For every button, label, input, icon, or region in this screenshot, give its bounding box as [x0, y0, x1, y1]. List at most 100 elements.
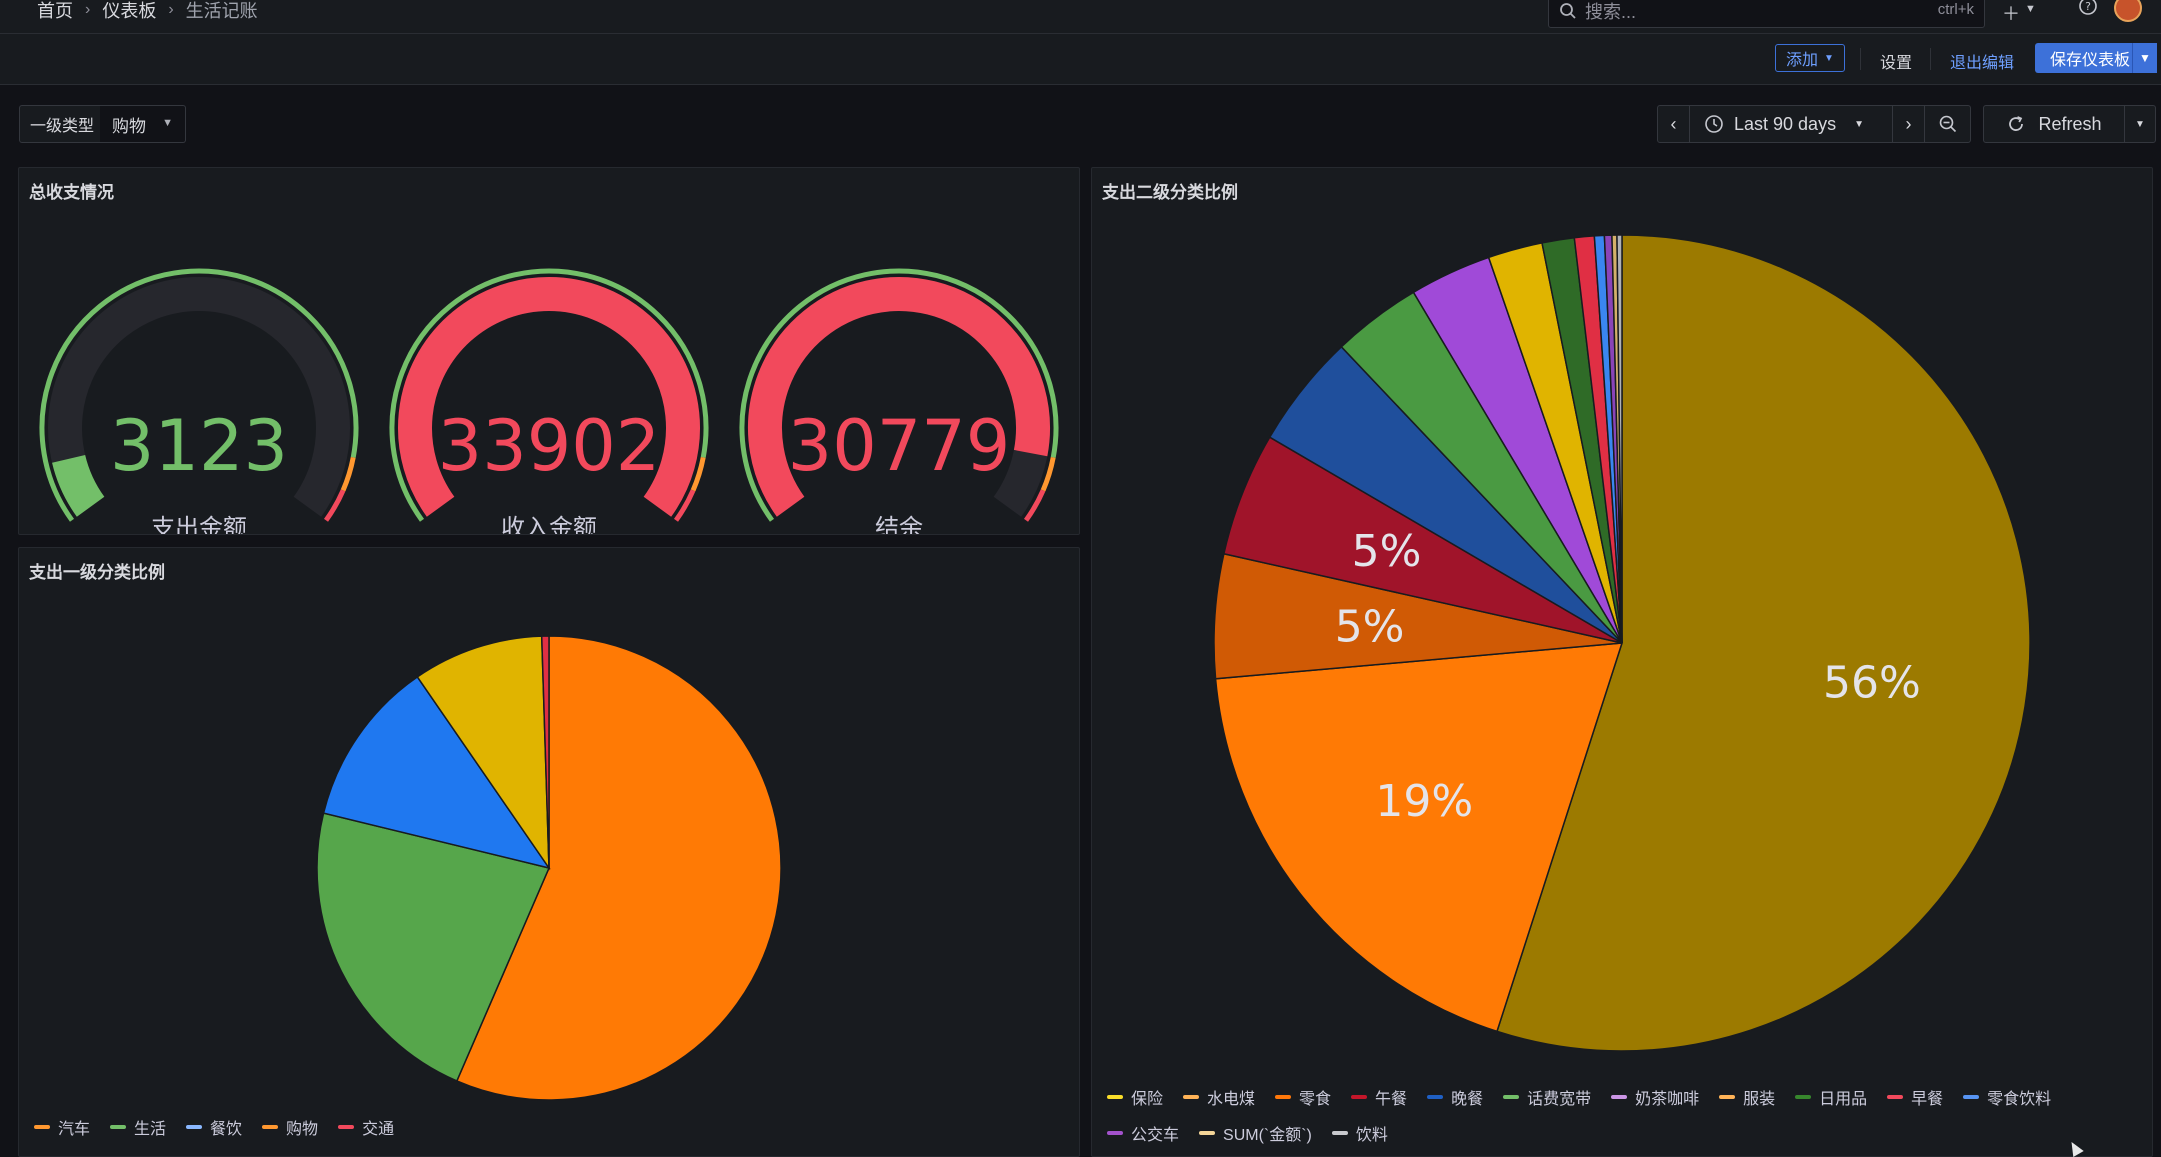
clock-icon	[1705, 115, 1723, 133]
pie-data-label: 56%	[1823, 658, 1921, 709]
variable-value: 购物	[112, 116, 146, 136]
divider	[1930, 48, 1931, 70]
gauge: 30779 结余	[739, 268, 1059, 534]
legend-label: 购物	[286, 1121, 319, 1138]
divider	[1860, 48, 1861, 70]
gauge-value: 33902	[438, 405, 661, 487]
legend-label: SUM(`金额`)	[1223, 1127, 1312, 1144]
zoom-out-icon	[1939, 115, 1956, 133]
chevron-down-icon: ▼	[162, 117, 173, 129]
legend-label: 服装	[1743, 1091, 1776, 1108]
add-button[interactable]: 添加 ▼	[1775, 44, 1845, 72]
pie-data-label: 19%	[1375, 776, 1473, 827]
avatar[interactable]	[2114, 0, 2142, 22]
gauge-label: 结余	[875, 514, 923, 534]
legend-label: 零食饮料	[1987, 1091, 2052, 1108]
legend-label: 汽车	[58, 1121, 91, 1138]
time-shift-back-button[interactable]: ‹	[1657, 105, 1690, 143]
legend-swatch	[110, 1125, 127, 1129]
panel-totals[interactable]: 总收支情况 3123 支出金额 33902 收入金额 30779 结余	[18, 167, 1080, 535]
legend-swatch	[1963, 1095, 1980, 1099]
legend-label: 日用品	[1819, 1091, 1868, 1108]
svg-text:?: ?	[2085, 0, 2091, 13]
legend-label: 奶茶咖啡	[1635, 1091, 1700, 1108]
breadcrumb-separator-icon: ›	[168, 1, 174, 18]
legend-label: 饮料	[1355, 1127, 1388, 1144]
chevron-down-icon[interactable]: ▼	[2025, 3, 2036, 15]
save-dashboard-button[interactable]: 保存仪表板	[2035, 43, 2145, 73]
legend-swatch	[1887, 1095, 1904, 1099]
legend-item[interactable]: 早餐	[1887, 1085, 1943, 1109]
gauge-value: 30779	[788, 405, 1011, 487]
legend-item[interactable]: SUM(`金额`)	[1199, 1121, 1312, 1145]
legend-swatch	[1275, 1095, 1292, 1099]
refresh-button[interactable]: Refresh	[1983, 105, 2125, 143]
time-range-picker[interactable]: Last 90 days ▼	[1689, 105, 1893, 143]
legend-swatch	[1795, 1095, 1812, 1099]
legend-item[interactable]: 零食饮料	[1963, 1085, 2051, 1109]
legend: 汽车 生活 餐饮 购物 交通	[34, 1115, 394, 1139]
panel-title: 支出一级分类比例	[29, 563, 165, 582]
breadcrumb-home[interactable]: 首页	[37, 0, 73, 23]
pie-chart-level1	[316, 635, 782, 1101]
legend-swatch	[1107, 1131, 1123, 1135]
edit-toolbar: 添加 ▼ 设置 退出编辑 保存仪表板 ▼	[0, 34, 2161, 85]
refresh-icon	[2009, 116, 2024, 131]
save-options-chevron-icon[interactable]: ▼	[2132, 43, 2157, 73]
legend-item[interactable]: 公交车	[1107, 1121, 1179, 1145]
legend-item[interactable]: 饮料	[1331, 1121, 1388, 1145]
refresh-label: Refresh	[2038, 113, 2102, 134]
search-shortcut: ctrl+k	[1937, 1, 1974, 18]
legend-item[interactable]: 汽车	[34, 1115, 90, 1139]
gauge: 3123 支出金额	[39, 268, 359, 534]
time-shift-forward-button[interactable]: ›	[1892, 105, 1925, 143]
legend-label: 水电煤	[1207, 1091, 1256, 1108]
chevron-down-icon: ▼	[1824, 52, 1834, 64]
plus-icon[interactable]: ＋	[2002, 0, 2020, 26]
legend-item[interactable]: 服装	[1719, 1085, 1775, 1109]
legend-swatch	[1351, 1095, 1368, 1099]
legend-item[interactable]: 奶茶咖啡	[1611, 1085, 1699, 1109]
exit-edit-button[interactable]: 退出编辑	[1950, 49, 2014, 73]
search-input[interactable]: 搜索... ctrl+k	[1548, 0, 1985, 28]
legend-swatch	[1331, 1131, 1348, 1135]
legend-label: 午餐	[1375, 1091, 1408, 1108]
legend-item[interactable]: 购物	[262, 1115, 318, 1139]
legend-item[interactable]: 话费宽带	[1503, 1085, 1591, 1109]
legend-swatch	[34, 1125, 50, 1129]
legend-label: 晚餐	[1451, 1091, 1484, 1108]
legend-swatch	[1611, 1095, 1628, 1099]
settings-button[interactable]: 设置	[1880, 49, 1912, 73]
legend-swatch	[1199, 1131, 1216, 1135]
refresh-interval-chevron-icon[interactable]: ▼	[2124, 105, 2156, 143]
legend: 保险 水电煤 零食 午餐 晚餐 话费宽带 奶茶咖啡 服装 日用品 早餐 零食饮料…	[1107, 1085, 2127, 1145]
legend-item[interactable]: 水电煤	[1183, 1085, 1255, 1109]
legend-label: 生活	[134, 1121, 167, 1138]
legend-item[interactable]: 零食	[1275, 1085, 1331, 1109]
search-icon	[1560, 3, 1576, 19]
breadcrumb-dashboards[interactable]: 仪表板	[102, 0, 156, 23]
chevron-left-icon: ‹	[1670, 113, 1677, 134]
variable-label: 一级类型	[19, 105, 106, 143]
legend-item[interactable]: 交通	[338, 1115, 394, 1139]
panel-level1-pie[interactable]: 支出一级分类比例 汽车 生活 餐饮 购物 交通	[18, 547, 1080, 1157]
help-icon[interactable]: ?	[2078, 0, 2098, 21]
variable-select[interactable]: 购物 ▼	[100, 105, 186, 143]
legend-item[interactable]: 餐饮	[186, 1115, 242, 1139]
legend-item[interactable]: 晚餐	[1427, 1085, 1483, 1109]
legend-item[interactable]: 日用品	[1795, 1085, 1867, 1109]
gauge-label: 收入金额	[501, 514, 597, 534]
pie-chart-level2: 56% 19% 5% 5%	[1213, 234, 2031, 1052]
legend-item[interactable]: 生活	[110, 1115, 166, 1139]
legend-swatch	[186, 1125, 203, 1129]
add-button-label: 添加	[1786, 52, 1819, 69]
zoom-out-button[interactable]	[1924, 105, 1971, 143]
panel-level2-pie[interactable]: 支出二级分类比例 56% 19% 5% 5% 保险 水电煤 零食 午餐 晚餐 话费宽带…	[1091, 167, 2153, 1157]
legend-swatch	[1183, 1095, 1200, 1099]
legend-item[interactable]: 保险	[1107, 1085, 1163, 1109]
legend-item[interactable]: 午餐	[1351, 1085, 1407, 1109]
gauge: 33902 收入金额	[389, 268, 709, 534]
legend-swatch	[262, 1125, 279, 1129]
breadcrumb-separator-icon: ›	[85, 1, 91, 18]
legend-label: 餐饮	[210, 1121, 243, 1138]
